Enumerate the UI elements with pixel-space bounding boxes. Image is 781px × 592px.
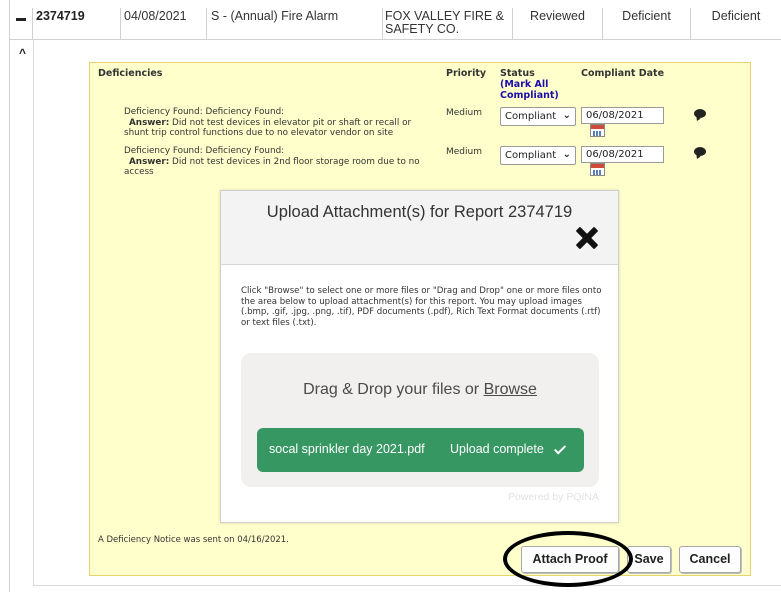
priority-value: Medium bbox=[446, 108, 482, 118]
drop-text: Drag & Drop your files or bbox=[303, 381, 484, 398]
upload-status: Upload complete bbox=[450, 442, 544, 456]
review-status: Reviewed bbox=[512, 8, 602, 40]
comment-icon[interactable] bbox=[694, 147, 706, 156]
save-button[interactable]: Save bbox=[627, 546, 671, 573]
result-status: Deficient bbox=[602, 8, 690, 40]
status-value: Compliant bbox=[505, 150, 557, 161]
browse-link[interactable]: Browse bbox=[484, 381, 537, 398]
compliant-date-header: Compliant Date bbox=[581, 68, 665, 79]
powered-by-label[interactable]: Powered by PQINA bbox=[221, 491, 599, 503]
priority-header: Priority bbox=[446, 68, 487, 79]
uploaded-file-item: socal sprinkler day 2021.pdf Upload comp… bbox=[257, 428, 584, 472]
cancel-button[interactable]: Cancel bbox=[679, 546, 741, 573]
file-name: socal sprinkler day 2021.pdf bbox=[269, 442, 425, 456]
report-date: 04/08/2021 bbox=[120, 8, 206, 40]
status-select[interactable]: Compliant ⌄ bbox=[500, 146, 576, 165]
mark-all-compliant-link[interactable]: (Mark All Compliant) bbox=[500, 79, 562, 101]
modal-title: Upload Attachment(s) for Report 2374719 bbox=[266, 203, 573, 221]
deficiency-item: Deficiency Found: Deficiency Found: Answ… bbox=[124, 146, 434, 178]
status-value: Compliant bbox=[505, 111, 557, 122]
highlight-annotation bbox=[503, 531, 633, 587]
chevron-down-icon: ⌄ bbox=[562, 149, 571, 160]
deficiency-notice: A Deficiency Notice was sent on 04/16/20… bbox=[98, 535, 289, 545]
file-dropzone[interactable]: Drag & Drop your files or Browse socal s… bbox=[241, 353, 599, 487]
upload-instructions: Click "Browse" to select one or more fil… bbox=[241, 286, 602, 328]
status-header: Status bbox=[500, 68, 535, 79]
priority-value: Medium bbox=[446, 147, 482, 157]
chevron-up-icon[interactable]: ^ bbox=[19, 46, 26, 60]
report-id: 2374719 bbox=[36, 9, 85, 23]
dropzone-label: Drag & Drop your files or Browse bbox=[241, 381, 599, 399]
compliant-date-input[interactable]: 06/08/2021 bbox=[581, 107, 664, 124]
compliant-date-input[interactable]: 06/08/2021 bbox=[581, 146, 664, 163]
upload-modal: Upload Attachment(s) for Report 2374719 … bbox=[220, 190, 619, 523]
company-name: FOX VALLEY FIRE & SAFETY CO. bbox=[382, 8, 512, 40]
result-status-2: Deficient bbox=[690, 8, 781, 40]
report-row[interactable]: 2374719 04/08/2021 S - (Annual) Fire Ala… bbox=[10, 8, 781, 40]
status-select[interactable]: Compliant ⌄ bbox=[500, 107, 576, 126]
answer-text: Did not test devices in 2nd floor storag… bbox=[124, 156, 420, 178]
chevron-down-icon: ⌄ bbox=[562, 110, 571, 121]
comment-icon[interactable] bbox=[694, 109, 706, 118]
deficiencies-header: Deficiencies bbox=[98, 68, 163, 79]
deficiency-found: Deficiency Found: Deficiency Found: bbox=[124, 146, 285, 156]
deficiency-found: Deficiency Found: Deficiency Found: bbox=[124, 107, 285, 117]
calendar-icon[interactable] bbox=[590, 163, 605, 176]
report-type: S - (Annual) Fire Alarm bbox=[206, 8, 382, 40]
close-icon[interactable] bbox=[574, 225, 600, 251]
check-icon bbox=[553, 442, 567, 455]
calendar-icon[interactable] bbox=[590, 124, 605, 137]
deficiency-item: Deficiency Found: Deficiency Found: Answ… bbox=[124, 107, 434, 139]
minus-icon[interactable] bbox=[16, 18, 26, 21]
answer-label: Answer: bbox=[129, 117, 170, 128]
answer-label: Answer: bbox=[129, 156, 170, 167]
modal-header: Upload Attachment(s) for Report 2374719 bbox=[221, 191, 618, 265]
